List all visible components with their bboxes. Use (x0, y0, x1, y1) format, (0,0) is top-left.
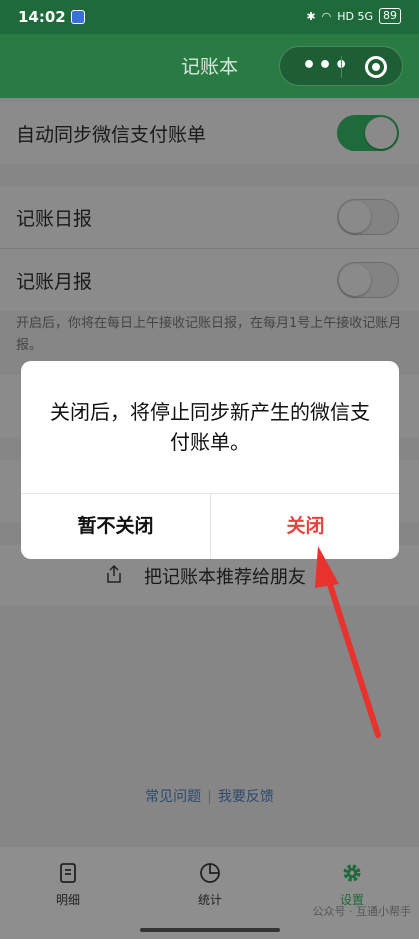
report-hint-text: 开启后，你将在每日上午接收记账日报，在每月1号上午接收记账月报。 (16, 316, 402, 353)
nav-bar: 记账本 ••• (0, 34, 419, 98)
toggle-knob (339, 201, 371, 233)
watermark: 公众号 · 互通小帮手 (312, 905, 412, 918)
close-miniprogram-icon[interactable] (365, 56, 387, 78)
status-bar: 14:02 ✱ ◠ HD 5G 89 (0, 0, 419, 34)
tab-details[interactable]: 明细 (28, 861, 108, 908)
wifi-icon: ◠ (321, 9, 332, 23)
more-icon[interactable]: ••• (302, 53, 350, 79)
daily-report-toggle[interactable] (337, 199, 399, 235)
tab-stats-label: 统计 (197, 893, 222, 907)
confirm-dialog: 关闭后，将停止同步新产生的微信支付账单。 暂不关闭 关闭 (21, 361, 399, 559)
network-label: HD 5G (337, 9, 373, 23)
capsule-divider (341, 56, 342, 78)
tab-stats[interactable]: 统计 (170, 861, 250, 908)
link-separator: | (207, 789, 212, 805)
daily-report-label: 记账日报 (16, 208, 93, 230)
home-indicator (140, 928, 280, 932)
auto-sync-row: 自动同步微信支付账单 (0, 102, 419, 164)
gear-icon (343, 864, 361, 882)
bluetooth-icon: ✱ (306, 9, 316, 23)
battery-icon: 89 (379, 8, 401, 24)
cancel-button[interactable]: 暂不关闭 (21, 493, 210, 559)
auto-sync-toggle[interactable] (337, 115, 399, 151)
dialog-message: 关闭后，将停止同步新产生的微信支付账单。 (50, 400, 370, 454)
app-notification-icon (71, 10, 85, 24)
tab-bar: 明细 统计 设置 (0, 847, 419, 939)
tab-settings[interactable]: 设置 (312, 861, 392, 908)
monthly-report-label: 记账月报 (16, 271, 93, 293)
document-icon (60, 863, 76, 883)
share-label: 把记账本推荐给朋友 (144, 567, 306, 588)
miniprogram-capsule: ••• (279, 46, 403, 86)
faq-link[interactable]: 常见问题 (145, 789, 201, 805)
confirm-close-button[interactable]: 关闭 (211, 493, 400, 559)
tab-details-label: 明细 (55, 893, 80, 907)
feedback-link[interactable]: 我要反馈 (218, 789, 274, 805)
auto-sync-label: 自动同步微信支付账单 (16, 124, 207, 146)
share-icon (107, 565, 121, 583)
pie-chart-icon (200, 863, 220, 883)
status-icons: ✱ ◠ HD 5G 89 (306, 8, 401, 24)
monthly-report-row: 记账月报 (0, 249, 419, 311)
monthly-report-toggle[interactable] (337, 262, 399, 298)
toggle-knob (339, 264, 371, 296)
status-time: 14:02 (18, 8, 66, 26)
toggle-knob (365, 117, 397, 149)
daily-report-row: 记账日报 (0, 186, 419, 248)
footer-links: 常见问题 | 我要反馈 (0, 786, 419, 806)
